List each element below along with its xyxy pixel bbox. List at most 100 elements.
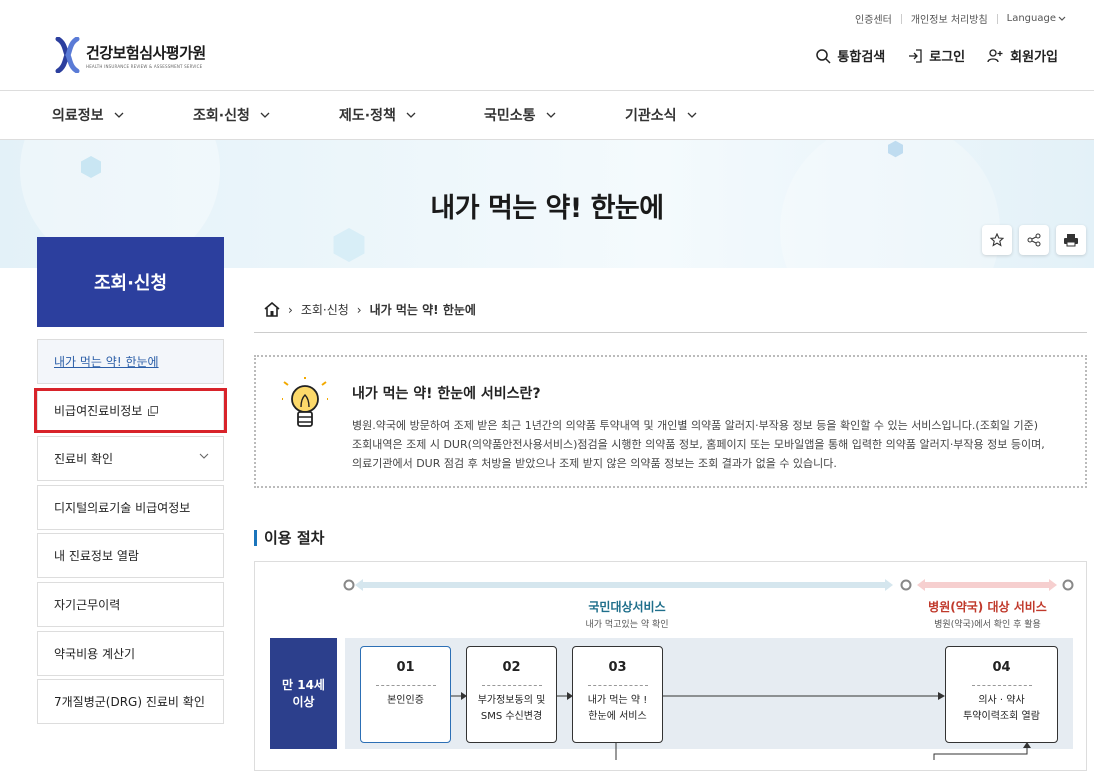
bookmark-button[interactable] <box>982 225 1012 255</box>
sidebar-item-digital-tech[interactable]: 디지털의료기술 비급여정보 <box>37 485 224 530</box>
chevron-down-icon <box>114 112 123 118</box>
login-icon <box>909 48 922 63</box>
step-divider <box>587 685 648 686</box>
lane1-sub: 내가 먹고있는 약 확인 <box>585 620 669 630</box>
page-title: 내가 먹는 약! 한눈에 <box>430 193 664 224</box>
nav-label: 조회·신청 <box>193 108 250 124</box>
sidebar-item-pharmacy-calc[interactable]: 약국비용 계산기 <box>37 631 224 676</box>
user-add-icon <box>987 48 1003 62</box>
breadcrumb-level1[interactable]: 조회·신청 <box>301 301 349 318</box>
cert-center-link[interactable]: 인증센터 <box>855 11 892 26</box>
lane2-label: 병원(약국) 대상 서비스 <box>928 600 1047 614</box>
sidebar-title: 조회·신청 <box>37 237 224 327</box>
sidebar-item-noncovered-fees[interactable]: 비급여진료비정보 <box>37 388 224 433</box>
sidebar-item-label: 약국비용 계산기 <box>54 647 136 661</box>
hexagon-icon <box>888 140 903 158</box>
info-line: 병원.약국에 방문하여 조제 받은 최근 1년간의 의약품 투약내역 및 개인별… <box>352 419 1039 432</box>
hexagon-icon <box>81 156 101 178</box>
sidebar-item-label: 진료비 확인 <box>54 452 114 466</box>
hexagon-icon <box>333 228 365 262</box>
sidebar-item-drg[interactable]: 7개질병군(DRG) 진료비 확인 <box>37 679 224 724</box>
nav-item-communication[interactable]: 국민소통 <box>484 91 556 139</box>
sidebar-item-my-records[interactable]: 내 진료정보 열람 <box>37 533 224 578</box>
section-title-text: 이용 절차 <box>264 529 325 547</box>
step-number: 03 <box>608 660 627 675</box>
language-select[interactable]: Language <box>1007 13 1066 24</box>
main-nav: 의료정보 조회·신청 제도·정책 국민소통 기관소식 <box>0 91 1094 139</box>
login-button[interactable]: 로그인 <box>907 46 965 65</box>
step-text-line: 본인인증 <box>387 695 424 706</box>
chevron-down-icon <box>1058 16 1066 21</box>
service-info-box: 내가 먹는 약! 한눈에 서비스란? 병원.약국에 방문하여 조제 받은 최근 … <box>254 355 1087 488</box>
info-line: 조회내역은 조제 시 DUR(의약품안전사용서비스)점검을 시행한 의약품 정보… <box>352 438 1045 451</box>
search-icon <box>816 48 831 64</box>
search-label: 통합검색 <box>837 50 886 65</box>
breadcrumb-current: 내가 먹는 약! 한눈에 <box>369 303 476 317</box>
external-link-icon <box>148 405 159 416</box>
step-text-line: SMS 수신변경 <box>480 711 543 722</box>
step-text: 부가정보동의 및 SMS 수신변경 <box>467 693 556 725</box>
share-button[interactable] <box>1019 225 1049 255</box>
step-text: 내가 먹는 약 ! 한눈에 서비스 <box>573 693 662 725</box>
age-label: 만 14세 이상 <box>270 638 337 749</box>
breadcrumb-separator: › <box>288 302 293 317</box>
sidebar-item-fee-check[interactable]: 진료비 확인 <box>37 436 224 481</box>
print-button[interactable] <box>1056 225 1086 255</box>
step-number: 01 <box>396 660 415 675</box>
info-line: 의료기관에서 DUR 점검 후 처방을 받았으나 조제 받지 않은 의약품 정보… <box>352 457 837 470</box>
nav-label: 국민소통 <box>484 108 536 124</box>
chevron-down-icon <box>546 112 555 118</box>
sidebar-item-label: 7개질병군(DRG) 진료비 확인 <box>54 695 205 709</box>
breadcrumb: › 조회·신청 › 내가 먹는 약! 한눈에 <box>264 301 476 318</box>
nav-item-news[interactable]: 기관소식 <box>625 91 697 139</box>
nav-label: 기관소식 <box>625 108 677 124</box>
home-icon[interactable] <box>264 302 280 317</box>
chevron-down-icon <box>199 453 209 459</box>
step-text-line: 부가정보동의 및 <box>477 695 546 706</box>
lane-arrows <box>343 579 1074 591</box>
step-text-line: 투약이력조회 열람 <box>963 711 1040 722</box>
print-icon <box>1064 234 1078 247</box>
step-text-line: 내가 먹는 약 ! <box>587 695 648 706</box>
login-label: 로그인 <box>929 50 966 65</box>
nav-label: 제도·정책 <box>339 108 396 124</box>
info-body: 병원.약국에 방문하여 조제 받은 최근 1년간의 의약품 투약내역 및 개인별… <box>352 416 1072 473</box>
divider <box>900 13 902 24</box>
step-text: 의사 · 약사 투약이력조회 열람 <box>946 693 1057 725</box>
page-tools <box>982 225 1086 255</box>
nav-item-inquiry[interactable]: 조회·신청 <box>193 91 270 139</box>
step-divider <box>375 685 436 686</box>
divider <box>996 13 998 24</box>
step-text-line: 의사 · 약사 <box>978 695 1025 706</box>
utility-bar: 인증센터 개인정보 처리방침 Language <box>855 11 1066 26</box>
star-icon <box>990 233 1004 247</box>
nav-item-policy[interactable]: 제도·정책 <box>339 91 416 139</box>
section-bar <box>254 529 257 546</box>
step-divider <box>971 685 1032 686</box>
step-number: 04 <box>992 660 1011 675</box>
nav-label: 의료정보 <box>52 108 104 124</box>
chevron-down-icon <box>687 112 696 118</box>
sidebar-item-label: 디지털의료기술 비급여정보 <box>54 501 191 515</box>
step-text-line: 한눈에 서비스 <box>588 711 647 722</box>
signup-button[interactable]: 회원가입 <box>987 46 1058 65</box>
logo-subtitle: HEALTH INSURANCE REVIEW & ASSESSMENT SER… <box>86 63 203 69</box>
logo-name: 건강보험심사평가원 <box>86 43 206 62</box>
age-line: 이상 <box>292 694 315 709</box>
search-button[interactable]: 통합검색 <box>815 46 885 65</box>
logo-mark-icon <box>55 37 80 73</box>
breadcrumb-divider <box>254 332 1087 333</box>
nav-item-medical-info[interactable]: 의료정보 <box>52 91 124 139</box>
sidebar-item-work-history[interactable]: 자기근무이력 <box>37 582 224 627</box>
sidebar-item-label: 내가 먹는 약! 한눈에 <box>54 355 159 369</box>
step-card-1: 01 본인인증 <box>360 646 451 743</box>
step-card-2: 02 부가정보동의 및 SMS 수신변경 <box>466 646 557 743</box>
sidebar-item-label: 내 진료정보 열람 <box>54 549 139 563</box>
sidebar-item-label: 비급여진료비정보 <box>54 404 143 418</box>
privacy-link[interactable]: 개인정보 처리방침 <box>911 11 988 26</box>
sidebar-item-my-medicine[interactable]: 내가 먹는 약! 한눈에 <box>37 339 224 384</box>
lane1-label: 국민대상서비스 <box>588 600 666 614</box>
site-logo[interactable]: 건강보험심사평가원 HEALTH INSURANCE REVIEW & ASSE… <box>55 37 206 73</box>
lightbulb-icon <box>282 377 328 427</box>
signup-label: 회원가입 <box>1010 50 1058 65</box>
